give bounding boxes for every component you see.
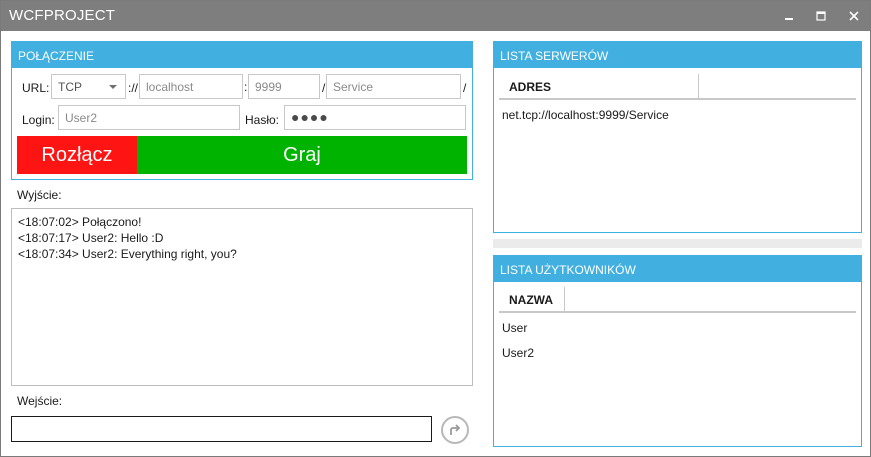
- password-label: Hasło:: [245, 113, 280, 127]
- close-icon: [849, 11, 859, 21]
- server-list-header: LISTA SERWERÓW: [494, 42, 861, 68]
- server-list-item[interactable]: net.tcp://localhost:9999/Service: [502, 108, 669, 122]
- message-input[interactable]: [11, 416, 432, 442]
- minimize-icon: [785, 18, 793, 20]
- send-arrow-icon: [450, 424, 461, 435]
- log-line: <18:07:17> User2: Hello :D: [18, 231, 164, 245]
- close-button[interactable]: [839, 1, 869, 31]
- title-bar[interactable]: WCFPROJECT: [1, 1, 870, 31]
- login-field[interactable]: User2: [58, 105, 240, 130]
- panel-splitter[interactable]: [493, 239, 862, 248]
- output-log[interactable]: <18:07:02> Połączono! <18:07:17> User2: …: [11, 208, 473, 386]
- user-list-item[interactable]: User2: [502, 346, 534, 360]
- disconnect-button[interactable]: Rozłącz: [17, 136, 137, 174]
- path-separator: /: [322, 81, 326, 95]
- send-button[interactable]: [441, 416, 469, 444]
- user-list-header: LISTA UŻYTKOWNIKÓW: [494, 256, 861, 282]
- server-list-panel: LISTA SERWERÓW: [493, 41, 862, 233]
- port-field[interactable]: 9999: [248, 74, 320, 99]
- protocol-select[interactable]: TCP: [51, 74, 126, 99]
- server-list-column-header: ADRES: [499, 74, 856, 100]
- output-label: Wyjście:: [17, 188, 62, 202]
- log-line: <18:07:34> User2: Everything right, you?: [18, 247, 237, 261]
- log-line: <18:07:02> Połączono!: [18, 215, 142, 229]
- protocol-select-value: TCP: [58, 80, 82, 94]
- column-header-address[interactable]: ADRES: [499, 74, 699, 98]
- play-button[interactable]: Graj: [137, 136, 467, 174]
- input-label: Wejście:: [17, 394, 63, 408]
- password-field[interactable]: ●●●●: [284, 105, 466, 130]
- host-field[interactable]: localhost: [139, 74, 243, 99]
- url-label: URL:: [22, 81, 50, 95]
- chevron-down-icon: [109, 85, 117, 89]
- user-list-column-header: NAZWA: [499, 287, 856, 313]
- window-title: WCFPROJECT: [9, 7, 116, 24]
- maximize-button[interactable]: [806, 1, 836, 31]
- column-header-name[interactable]: NAZWA: [499, 287, 565, 311]
- service-field[interactable]: Service: [326, 74, 461, 99]
- maximize-icon: [816, 11, 826, 21]
- login-label: Login:: [22, 113, 55, 127]
- connection-panel-header: POŁĄCZENIE: [12, 42, 472, 68]
- scheme-separator: ://: [128, 81, 139, 95]
- end-separator: /: [463, 81, 467, 95]
- port-separator: :: [244, 80, 248, 94]
- user-list-panel: LISTA UŻYTKOWNIKÓW: [493, 255, 862, 447]
- user-list-item[interactable]: User: [502, 321, 527, 335]
- minimize-button[interactable]: [774, 1, 804, 31]
- app-window: WCFPROJECT POŁĄCZENIE URL: TCP :// local…: [0, 0, 871, 457]
